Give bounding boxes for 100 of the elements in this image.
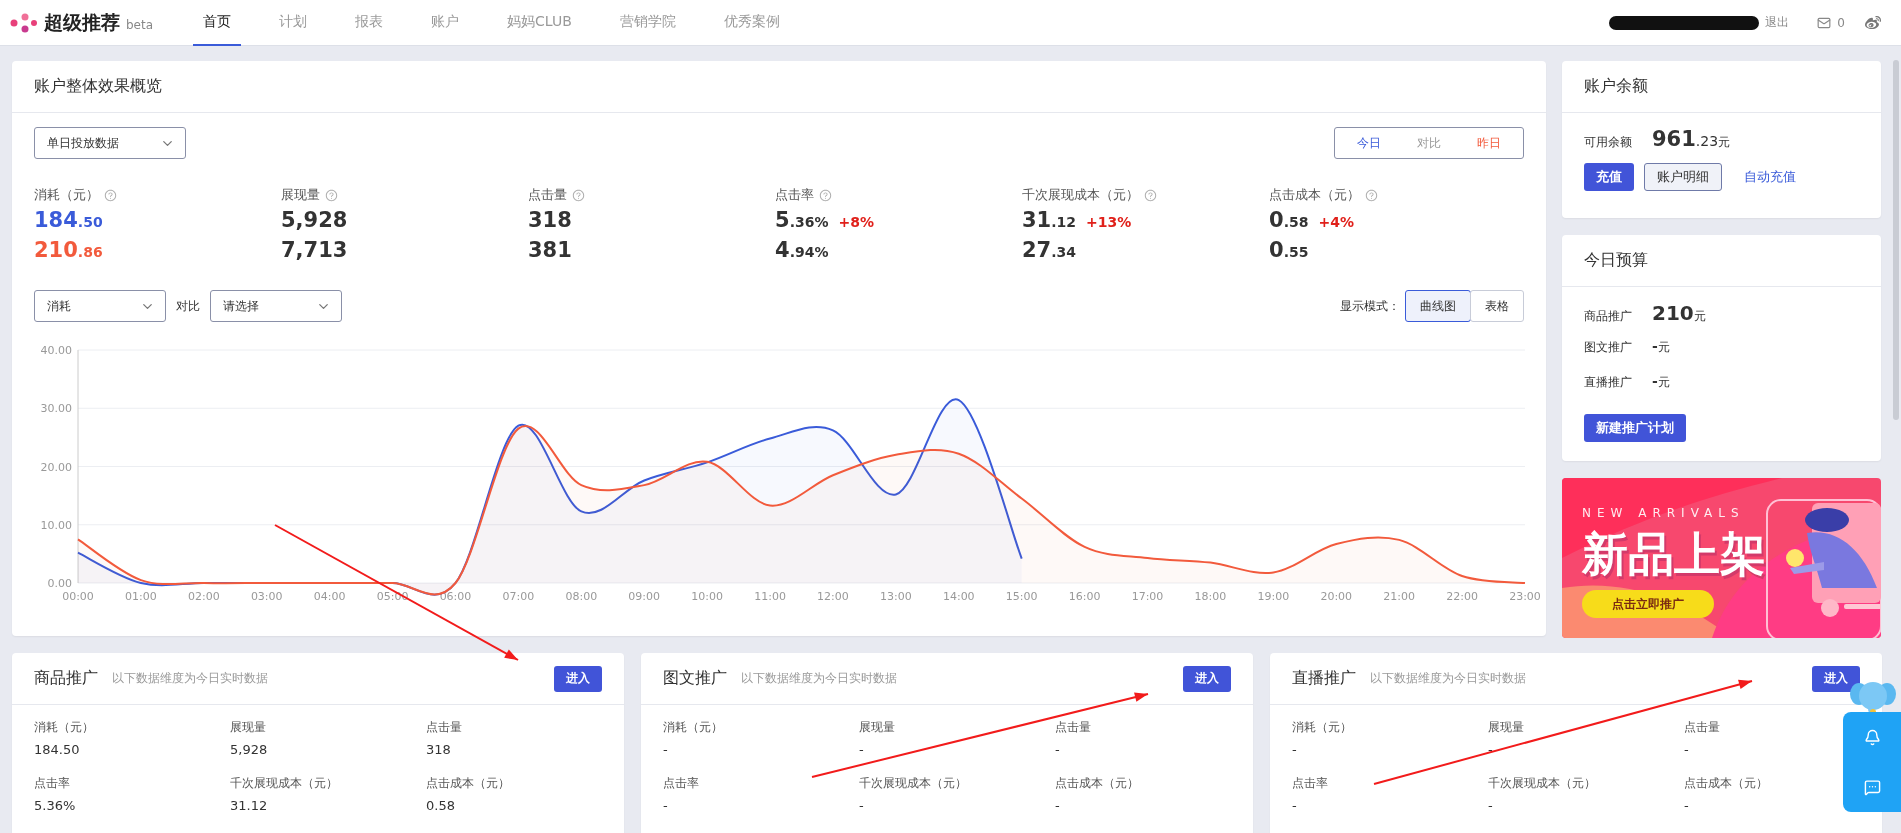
metric-value: 7,713 — [281, 238, 348, 262]
card-title: 商品推广 — [34, 668, 98, 689]
action-button[interactable]: 充值 — [1584, 163, 1634, 191]
axis-label: 22:00 — [1446, 590, 1478, 603]
balance-label: 可用余额 — [1584, 134, 1632, 151]
metric-value: - — [859, 798, 864, 813]
axis-label: 16:00 — [1068, 590, 1101, 603]
banner-kicker: NEW ARRIVALS — [1582, 506, 1745, 520]
nav-tab[interactable]: 首页 — [193, 0, 241, 46]
mail-icon[interactable] — [1817, 15, 1832, 30]
metric-value: - — [1292, 742, 1297, 757]
axis-label: 17:00 — [1131, 590, 1164, 603]
metric-value: - — [663, 742, 668, 757]
axis-label: 18:00 — [1194, 590, 1227, 603]
metric-label: 点击量 — [1055, 719, 1091, 736]
axis-label: 14:00 — [942, 590, 975, 603]
range-select[interactable]: 单日投放数据 — [34, 127, 186, 159]
new-plan-button[interactable]: 新建推广计划 — [1584, 414, 1686, 442]
card-subtitle: 以下数据维度为今日实时数据 — [741, 670, 897, 687]
axis-label: 11:00 — [754, 590, 786, 603]
metric-value: - — [1684, 742, 1689, 757]
metric-label: 点击成本（元） — [1055, 775, 1139, 792]
enter-button[interactable]: 进入 — [554, 665, 602, 692]
auto-recharge-link[interactable]: 自动充值 — [1732, 163, 1808, 191]
metric-label: 点击率 — [775, 186, 814, 204]
mode-label: 显示模式： — [1340, 297, 1400, 315]
chat-icon[interactable] — [1863, 778, 1881, 796]
metric-value: 0.55 — [1269, 238, 1309, 262]
mode-button[interactable]: 曲线图 — [1405, 290, 1471, 322]
axis-label: 0.00 — [47, 577, 72, 590]
metric-value: - — [1055, 798, 1060, 813]
metric-value: - — [1684, 798, 1689, 813]
card-title: 今日预算 — [1584, 250, 1648, 271]
axis-label: 01:00 — [125, 590, 157, 603]
metric-label: 展现量 — [281, 186, 320, 204]
metric-value: 381 — [528, 238, 572, 262]
axis-label: 13:00 — [880, 590, 912, 603]
metric-label: 点击量 — [528, 186, 567, 204]
metric-label: 点击率 — [663, 775, 699, 792]
help-icon[interactable] — [572, 188, 585, 202]
axis-label: 09:00 — [628, 590, 661, 603]
metric-label: 消耗（元） — [34, 719, 94, 736]
compare-label: 对比 — [176, 297, 200, 315]
axis-label: 15:00 — [1005, 590, 1038, 603]
card-title: 账户整体效果概览 — [34, 76, 162, 97]
budget-value: -元 — [1652, 372, 1670, 391]
metric-label: 展现量 — [230, 719, 266, 736]
metric-value: 318 — [528, 208, 572, 232]
axis-label: 20.00 — [40, 460, 72, 474]
metric-label: 点击成本（元） — [1684, 775, 1768, 792]
weibo-icon[interactable] — [1865, 14, 1881, 31]
axis-label: 21:00 — [1383, 590, 1416, 603]
notification-icon[interactable] — [1863, 728, 1881, 746]
mail-count: 0 — [1837, 15, 1845, 30]
promo-banner[interactable]: NEW ARRIVALS 新品上架 点击立即推广 — [1562, 478, 1881, 638]
metric-value: 318 — [426, 742, 451, 757]
metric-label: 点击成本（元） — [426, 775, 510, 792]
beta-label: beta — [126, 17, 154, 32]
enter-button[interactable]: 进入 — [1812, 665, 1860, 692]
action-button[interactable]: 账户明细 — [1644, 163, 1722, 191]
metric-label: 点击量 — [426, 719, 462, 736]
help-icon[interactable] — [104, 188, 117, 202]
help-icon[interactable] — [1144, 188, 1157, 202]
metric-select[interactable]: 消耗 — [34, 290, 166, 322]
logo-icon — [10, 11, 38, 34]
banner-title: 新品上架 — [1582, 526, 1766, 583]
compare-select[interactable]: 请选择 — [210, 290, 342, 322]
metric-value: 184.50 — [34, 208, 103, 232]
help-icon[interactable] — [1365, 188, 1378, 202]
metric-value: 0.58 — [1269, 208, 1309, 232]
axis-label: 10.00 — [40, 518, 72, 532]
metric-value: 31.12 — [230, 798, 268, 813]
legend-toggle[interactable]: 今日 对比 昨日 — [1334, 127, 1524, 159]
mode-button[interactable]: 表格 — [1470, 290, 1524, 322]
card-title: 图文推广 — [663, 668, 727, 689]
metric-value: - — [663, 798, 668, 813]
change-value: +4% — [1318, 214, 1354, 230]
axis-label: 07:00 — [502, 590, 535, 603]
axis-label: 06:00 — [439, 590, 472, 603]
card-subtitle: 以下数据维度为今日实时数据 — [1370, 670, 1526, 687]
logout-link[interactable]: 退出 — [1765, 14, 1790, 31]
metric-value: 27.34 — [1022, 238, 1077, 262]
metric-value: 0.58 — [426, 798, 455, 813]
metric-label: 消耗（元） — [34, 186, 99, 204]
metric-value: 5.36% — [34, 798, 76, 813]
scrollbar[interactable] — [1893, 60, 1899, 420]
metric-label: 点击率 — [34, 775, 70, 792]
metric-label: 点击量 — [1684, 719, 1720, 736]
metric-label: 千次展现成本（元） — [230, 775, 338, 792]
help-icon[interactable] — [819, 188, 832, 202]
metric-label: 点击成本（元） — [1269, 186, 1360, 204]
help-icon[interactable] — [325, 188, 338, 202]
metric-value: 5,928 — [281, 208, 348, 232]
balance-value: 961.23元 — [1652, 127, 1731, 151]
enter-button[interactable]: 进入 — [1183, 665, 1231, 692]
promote-button[interactable]: 点击立即推广 — [1582, 590, 1714, 618]
axis-label: 04:00 — [313, 590, 346, 603]
metric-value: 4.94% — [775, 238, 829, 262]
axis-label: 19:00 — [1257, 590, 1290, 603]
change-value: +13% — [1086, 214, 1132, 230]
